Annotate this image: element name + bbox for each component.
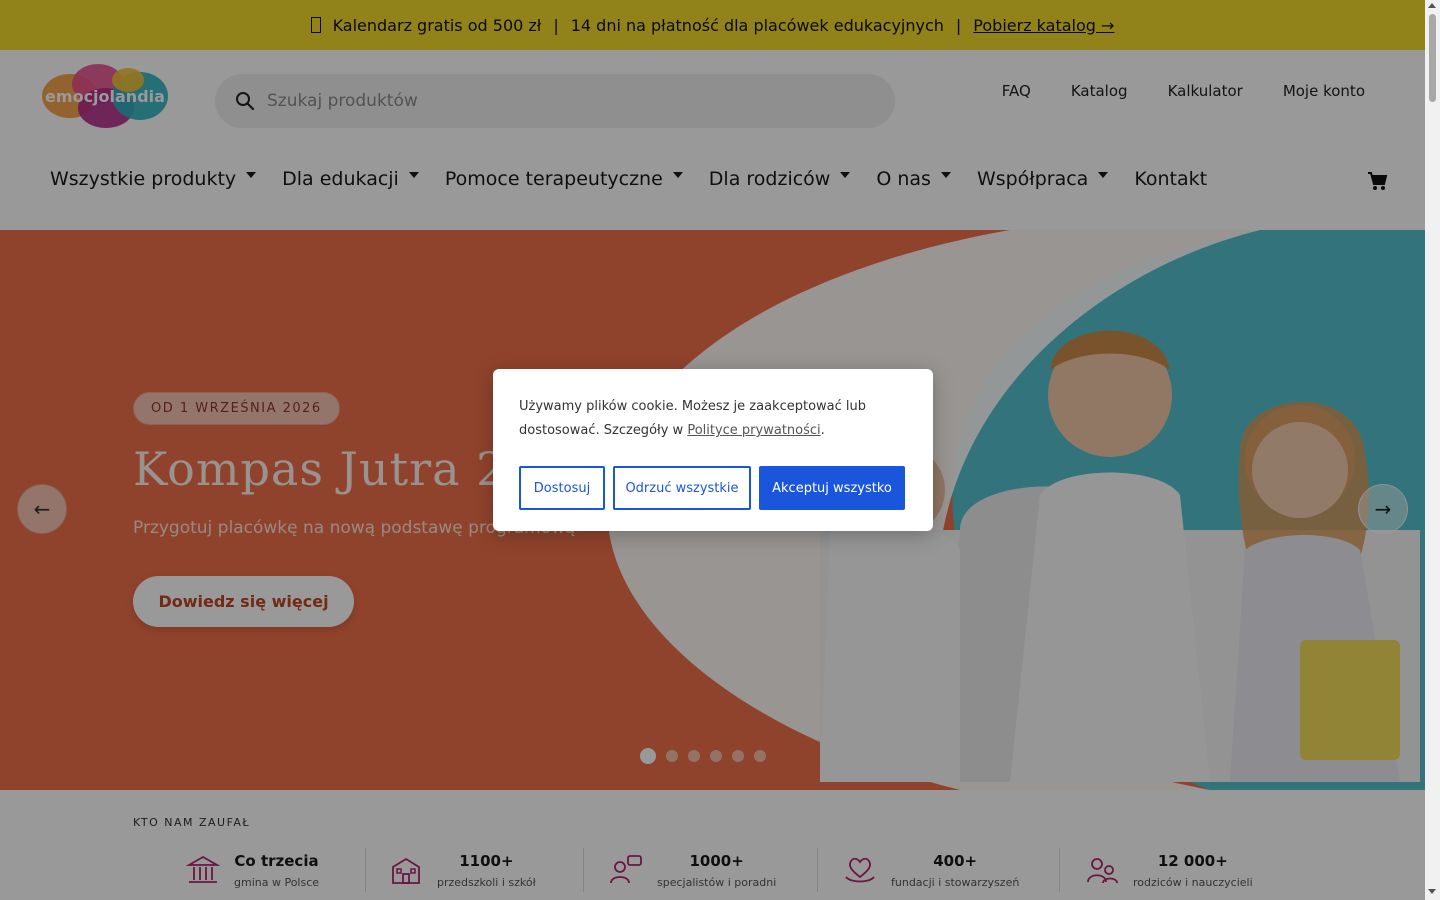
scroll-up-icon[interactable] [1428, 3, 1436, 8]
cookie-message: Używamy plików cookie. Możesz je zaakcep… [519, 395, 907, 443]
accept-all-button[interactable]: Akceptuj wszystko [759, 466, 905, 510]
customize-button[interactable]: Dostosuj [519, 466, 605, 510]
privacy-policy-link[interactable]: Polityce prywatności [687, 423, 820, 438]
cookie-buttons: Dostosuj Odrzuć wszystkie Akceptuj wszys… [519, 466, 905, 510]
scrollbar-thumb[interactable] [1429, 14, 1436, 102]
reject-all-button[interactable]: Odrzuć wszystkie [613, 466, 751, 510]
cookie-text-end: . [820, 423, 825, 438]
page-scrollbar[interactable] [1425, 0, 1440, 900]
cookie-consent-dialog: Używamy plików cookie. Możesz je zaakcep… [493, 369, 933, 531]
scroll-down-icon[interactable] [1428, 889, 1436, 894]
